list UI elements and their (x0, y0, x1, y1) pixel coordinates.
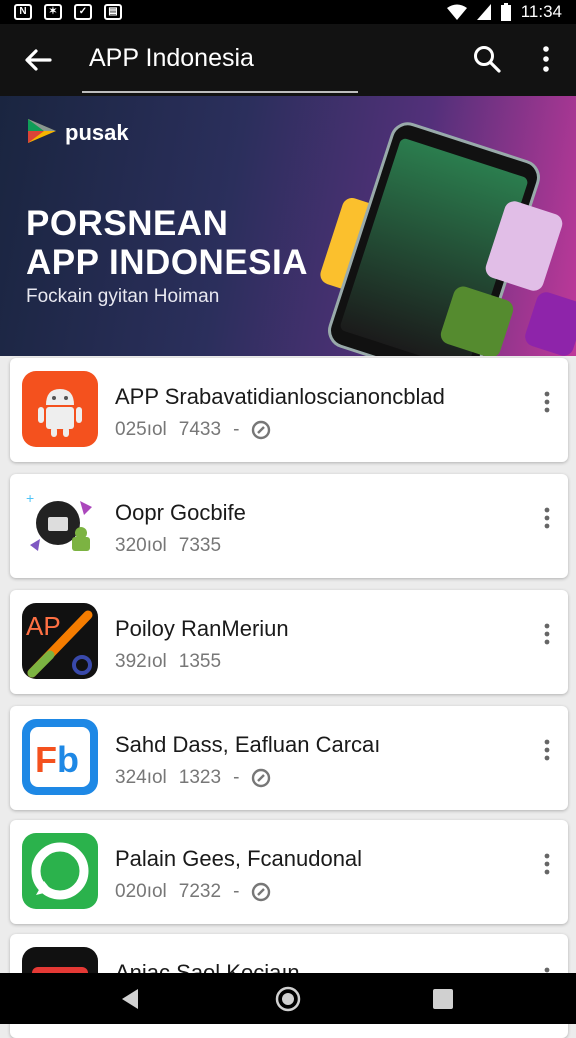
app-meta-separator: - (233, 767, 240, 788)
more-options-icon[interactable] (532, 44, 560, 74)
status-bar: N ✶ ✓ ▤ 11:34 (0, 0, 576, 24)
clock: 11:34 (520, 2, 562, 21)
system-nav-bar (0, 973, 576, 1024)
banner-headline-line2: APP INDONESIA (26, 243, 309, 282)
more-options-icon[interactable] (542, 390, 552, 414)
app-list-item[interactable]: APP Srabavatidianloscianoncblad 025ıol 7… (10, 358, 568, 462)
svg-text:Fb: Fb (35, 739, 79, 780)
search-icon[interactable] (472, 44, 502, 74)
app-meta-count: 1355 (178, 651, 222, 672)
app-meta-size: 020ıol (115, 881, 167, 902)
download-status-icon (252, 768, 271, 788)
app-name: Oopr Gocbife (115, 500, 246, 525)
nav-home-icon[interactable] (275, 986, 301, 1012)
android-robot-icon (22, 371, 98, 447)
app-meta: 025ıol 7433 - (115, 419, 271, 441)
notification-icon: ✓ (74, 4, 92, 20)
app-name: APP Srabavatidianloscianoncblad (115, 384, 445, 409)
ap-pen-icon: AP (22, 603, 98, 679)
notification-icon: N (14, 4, 32, 20)
banner-brand: pusak (65, 120, 129, 145)
app-list-item[interactable]: AP Poiloy RanMeriun 392ıol 1355 (10, 590, 568, 694)
app-meta: 320ıol 7335 (115, 535, 221, 557)
app-meta-count: 1323 (178, 767, 222, 788)
more-options-icon[interactable] (542, 506, 552, 530)
app-name: Sahd Dass, Eafluan Carcaı (115, 732, 381, 757)
more-options-icon[interactable] (542, 622, 552, 646)
banner-subtitle: Fockain gyitan Hoiman (26, 286, 220, 307)
app-meta-separator: - (233, 419, 240, 440)
app-list-item[interactable]: Fb Sahd Dass, Eafluan Carcaı 324ıol 1323… (10, 706, 568, 810)
app-meta-size: 320ıol (115, 535, 167, 556)
robot-collage-icon: + (22, 487, 98, 563)
promo-banner[interactable]: pusak PORSNEAN APP INDONESIA Fockain gyi… (0, 96, 576, 356)
page-title: APP Indonesia (89, 44, 254, 72)
app-meta: 324ıol 1323 - (115, 767, 271, 789)
svg-text:+: + (26, 490, 34, 506)
more-options-icon[interactable] (542, 738, 552, 762)
notification-icon: ▤ (104, 4, 122, 20)
app-list-item[interactable]: Palain Gees, Fcanudonal 020ıol 7232 - (10, 820, 568, 924)
wifi-icon (446, 4, 467, 20)
banner-headline-line1: PORSNEAN (26, 204, 229, 243)
app-name: Palain Gees, Fcanudonal (115, 846, 363, 871)
banner-tile (522, 289, 576, 356)
nav-back-icon[interactable] (118, 987, 142, 1011)
signal-icon (476, 4, 491, 20)
app-meta-size: 324ıol (115, 767, 167, 788)
more-options-icon[interactable] (542, 852, 552, 876)
app-meta: 020ıol 7232 - (115, 881, 271, 903)
title-underline (82, 91, 358, 93)
battery-icon (500, 3, 511, 21)
fb-icon: Fb (22, 719, 98, 795)
banner-headline: PORSNEAN APP INDONESIA (26, 204, 308, 282)
svg-text:AP: AP (26, 611, 61, 641)
back-arrow-icon[interactable] (22, 44, 54, 76)
app-bar: APP Indonesia (0, 24, 576, 96)
app-list-item[interactable]: + Oopr Gocbife 320ıol 7335 (10, 474, 568, 578)
app-meta-separator: - (233, 881, 240, 902)
notification-icon: ✶ (44, 4, 62, 20)
app-meta: 392ıol 1355 (115, 651, 221, 673)
app-meta-count: 7433 (178, 419, 222, 440)
download-status-icon (252, 882, 271, 902)
app-meta-size: 392ıol (115, 651, 167, 672)
app-meta-size: 025ıol (115, 419, 167, 440)
app-meta-count: 7335 (178, 535, 222, 556)
green-chat-icon (22, 833, 98, 909)
app-meta-count: 7232 (178, 881, 222, 902)
app-name: Poiloy RanMeriun (115, 616, 289, 641)
nav-recents-icon[interactable] (432, 988, 454, 1010)
download-status-icon (252, 420, 271, 440)
play-logo-icon (28, 119, 56, 143)
